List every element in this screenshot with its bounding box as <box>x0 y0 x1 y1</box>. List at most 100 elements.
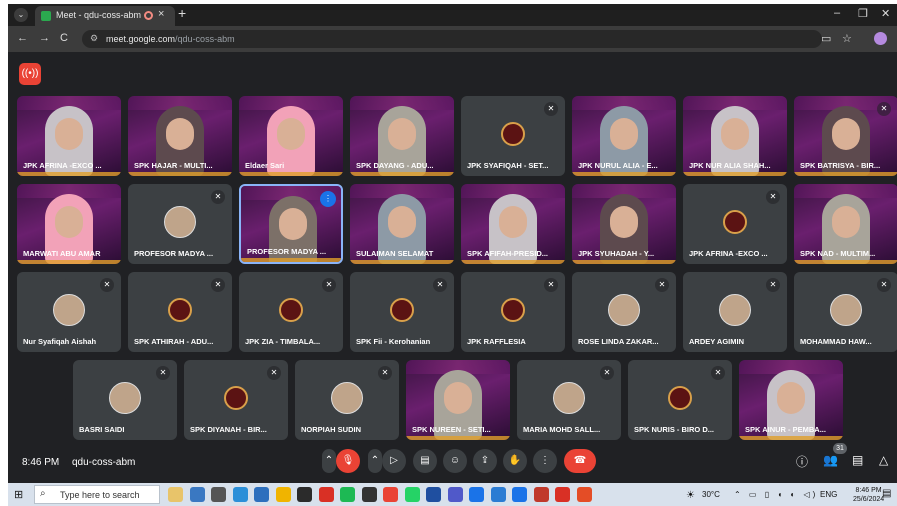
weather-icon[interactable]: ☀ <box>686 490 695 501</box>
bookmark-star-icon[interactable]: ☆ <box>842 32 852 45</box>
meet-icon[interactable] <box>469 487 484 502</box>
participant-tile[interactable]: SPK NAD - MULTIM... <box>794 184 897 264</box>
participant-face <box>610 118 638 150</box>
participant-tile[interactable]: SPK NUREEN - SETI... <box>406 360 510 440</box>
site-info-icon[interactable]: ⚙ <box>90 33 98 44</box>
participant-tile[interactable]: JPK NUR ALIA SHAH... <box>683 96 787 176</box>
taskbar-clock[interactable]: 8:46 PM 25/6/2024 <box>853 486 884 504</box>
close-tab-icon[interactable]: × <box>158 8 164 20</box>
profile-avatar[interactable] <box>874 32 887 45</box>
gmail-icon[interactable] <box>555 487 570 502</box>
microphone-muted-icon: ✕ <box>544 278 558 292</box>
participant-tile[interactable]: SULAIMAN SELAMAT <box>350 184 454 264</box>
participant-tile[interactable]: ✕ MARIA MOHD SALL... <box>517 360 621 440</box>
tab-search-icon[interactable]: ⌄ <box>14 8 28 22</box>
camera-button[interactable]: ▷ <box>382 449 406 473</box>
participant-tile[interactable]: JPK AFRINA -EXCO ... <box>17 96 121 176</box>
windows-start-icon[interactable]: ⊞ <box>14 488 23 501</box>
microphone-muted-icon: ✕ <box>156 366 170 380</box>
participant-avatar <box>608 294 640 326</box>
new-tab-button[interactable]: + <box>178 5 186 21</box>
more-options-button[interactable]: ⋮ <box>533 449 557 473</box>
maximize-button[interactable]: ❐ <box>858 7 868 20</box>
participant-tile[interactable]: ⋮ PROFESOR MADYA ... <box>239 184 343 264</box>
weather-temperature[interactable]: 30°C <box>702 490 720 499</box>
participant-tile[interactable]: ✕ Nur Syafiqah Aishah <box>17 272 121 352</box>
dell-icon[interactable] <box>297 487 312 502</box>
task-view-icon[interactable] <box>211 487 226 502</box>
participant-tile[interactable]: ✕ ARDEY AGIMIN <box>683 272 787 352</box>
participant-tile[interactable]: Eldaer Sari <box>239 96 343 176</box>
spotify-icon[interactable] <box>340 487 355 502</box>
input-language[interactable]: ENG <box>820 490 837 499</box>
participant-tile[interactable]: ✕ JPK AFRINA -EXCO ... <box>683 184 787 264</box>
leave-call-button[interactable]: ☎ <box>564 449 596 473</box>
forward-button[interactable]: → <box>39 32 50 44</box>
word-icon[interactable] <box>490 487 506 502</box>
teams-icon[interactable] <box>447 487 463 502</box>
organization-logo-icon <box>168 298 192 322</box>
participant-tile[interactable]: ✕ JPK SYAFIQAH - SET... <box>461 96 565 176</box>
raise-hand-button[interactable]: ✋ <box>503 449 527 473</box>
participant-tile[interactable]: JPK NURUL ALIA - E... <box>572 96 676 176</box>
recording-icon[interactable]: ((•)) <box>19 63 41 85</box>
chrome-icon[interactable] <box>318 487 334 502</box>
meeting-details-icon[interactable]: ⓘ <box>796 453 808 470</box>
chrome-profile-icon[interactable] <box>576 487 592 502</box>
back-button[interactable]: ← <box>17 32 28 44</box>
canva-icon[interactable] <box>512 487 527 502</box>
participant-tile[interactable]: ✕ SPK BATRISYA - BIR... <box>794 96 897 176</box>
edge-browser-icon[interactable] <box>232 487 248 502</box>
address-bar[interactable]: ⚙ meet.google.com/qdu-coss-abm <box>82 30 822 48</box>
powerpoint-icon[interactable] <box>533 487 549 502</box>
participant-tile[interactable]: ✕ SPK DIYANAH - BIR... <box>184 360 288 440</box>
organization-logo-icon <box>501 298 525 322</box>
audio-options-chevron-icon[interactable]: ⌃ <box>322 449 336 473</box>
people-icon[interactable]: 👥 <box>823 453 838 467</box>
notifications-icon[interactable]: ▤ <box>882 488 891 499</box>
participant-name: SPK NUREEN - SETI... <box>412 425 491 434</box>
participant-face <box>55 206 83 238</box>
participant-tile[interactable]: ✕ JPK RAFFLESIA <box>461 272 565 352</box>
participant-tile[interactable]: MARWATI ABU AMAR <box>17 184 121 264</box>
participant-tile[interactable]: SPK HAJAR - MULTI... <box>128 96 232 176</box>
organization-logo-icon <box>279 298 303 322</box>
close-window-button[interactable]: ✕ <box>881 7 890 20</box>
participant-tile[interactable]: ✕ MOHAMMAD HAW... <box>794 272 897 352</box>
participant-tile[interactable]: ✕ SPK Fii - Kerohanian <box>350 272 454 352</box>
edge-icon[interactable] <box>189 487 205 502</box>
video-options-chevron-icon[interactable]: ⌃ <box>368 449 382 473</box>
opera-icon[interactable] <box>383 487 398 502</box>
participant-tile[interactable]: SPK AINUR - PEMBA... <box>739 360 843 440</box>
tab-meet[interactable]: Meet - qdu-coss-abm × <box>35 6 175 26</box>
file-explorer-icon[interactable] <box>168 487 183 502</box>
participant-tile[interactable]: SPK AFIFAH-PRESID... <box>461 184 565 264</box>
participant-tile[interactable]: SPK DAYANG - ADU... <box>350 96 454 176</box>
participant-tile[interactable]: ✕ ROSE LINDA ZAKAR... <box>572 272 676 352</box>
captions-button[interactable]: ▤ <box>413 449 437 473</box>
present-screen-button[interactable]: ⇪ <box>473 449 497 473</box>
participant-tile[interactable]: JPK SYUHADAH - Y... <box>572 184 676 264</box>
cast-icon[interactable]: ▭ <box>821 32 831 45</box>
whatsapp-icon[interactable] <box>404 487 420 502</box>
participant-tile[interactable]: ✕ SPK NURIS - BIRO D... <box>628 360 732 440</box>
browser-menu-icon[interactable]: ⋮ <box>893 32 897 45</box>
minimize-button[interactable]: – <box>834 7 840 19</box>
participant-name: SPK AINUR - PEMBA... <box>745 425 826 434</box>
system-tray-icons[interactable]: ⌃ ▭ ▯ ◖ ◐ ◁) <box>734 490 818 499</box>
participant-tile[interactable]: ✕ JPK ZIA - TIMBALA... <box>239 272 343 352</box>
participant-tile[interactable]: ✕ SPK ATHIRAH - ADU... <box>128 272 232 352</box>
mail-icon[interactable] <box>254 487 269 502</box>
emoji-reactions-button[interactable]: ☺ <box>443 449 467 473</box>
chat-icon[interactable]: ▤ <box>852 453 863 467</box>
reload-button[interactable]: C <box>60 32 68 44</box>
zoom-icon[interactable] <box>426 487 441 502</box>
microphone-off-button[interactable]: 🎙 <box>336 449 360 473</box>
participant-tile[interactable]: ✕ PROFESOR MADYA ... <box>128 184 232 264</box>
taskbar-search-input[interactable]: ⌕ Type here to search <box>34 485 160 504</box>
participant-tile[interactable]: ✕ NORPIAH SUDIN <box>295 360 399 440</box>
folder-icon[interactable] <box>275 487 291 502</box>
activities-icon[interactable]: △ <box>879 453 888 467</box>
app-icon[interactable] <box>361 487 377 502</box>
participant-tile[interactable]: ✕ BASRI SAIDI <box>73 360 177 440</box>
